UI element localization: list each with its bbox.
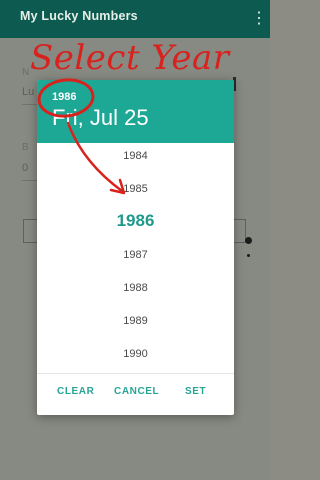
year-item[interactable]: 1988	[37, 282, 234, 294]
more-vertical-icon[interactable]: ⋮	[251, 9, 267, 29]
year-item[interactable]: 1984	[37, 150, 234, 162]
set-button[interactable]: SET	[185, 386, 206, 397]
app-toolbar: My Lucky Numbers ⋮	[0, 0, 270, 38]
year-item[interactable]: 1985	[37, 183, 234, 195]
dialog-actions: CLEAR CANCEL SET	[37, 374, 234, 415]
year-item[interactable]: 1990	[37, 348, 234, 360]
year-item[interactable]: 1989	[37, 315, 234, 327]
clear-button[interactable]: CLEAR	[57, 386, 94, 397]
date-picker-dialog: 1986 Fri, Jul 25 1984 1985 1986 1987 198…	[37, 80, 234, 415]
year-item[interactable]: 1987	[37, 249, 234, 261]
field2-label: B	[22, 142, 29, 153]
field2-underline	[22, 180, 37, 181]
scroll-indicator-dot	[245, 237, 252, 244]
field1-underline	[22, 104, 37, 105]
year-item-selected[interactable]: 1986	[37, 211, 234, 231]
app-title: My Lucky Numbers	[20, 9, 138, 23]
field1-label: N	[22, 67, 30, 78]
header-date[interactable]: Fri, Jul 25	[52, 105, 149, 131]
bg-button-outline-right	[232, 219, 246, 243]
cancel-button[interactable]: CANCEL	[114, 386, 159, 397]
field2-value: 0	[22, 162, 29, 174]
app-screen: My Lucky Numbers ⋮ N Lu B 0 1986 Fri, Ju…	[0, 0, 270, 480]
scroll-indicator-dot-small	[247, 254, 250, 257]
annotation-text: Select Year	[30, 38, 230, 78]
header-year[interactable]: 1986	[52, 91, 76, 103]
dialog-header: 1986 Fri, Jul 25	[37, 80, 234, 143]
year-list[interactable]: 1984 1985 1986 1987 1988 1989 1990	[37, 143, 234, 373]
field1-value: Lu	[22, 86, 35, 98]
